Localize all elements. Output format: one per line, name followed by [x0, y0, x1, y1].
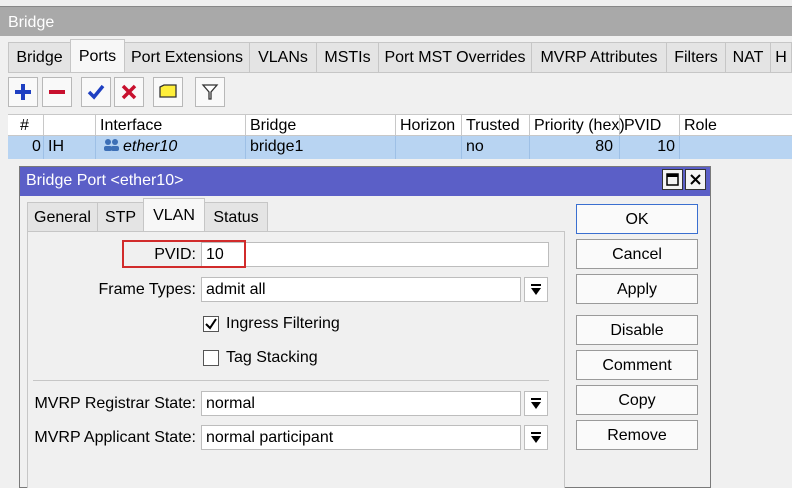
cell-pvid: 10 — [620, 136, 680, 159]
comment-button[interactable] — [153, 77, 183, 107]
close-button[interactable] — [685, 169, 706, 190]
interface-name: ether10 — [123, 138, 178, 155]
checkmark-icon — [205, 318, 217, 330]
ingress-filtering-label: Ingress Filtering — [226, 315, 340, 332]
apply-button[interactable]: Apply — [576, 274, 698, 304]
cell-horizon — [396, 136, 462, 159]
enable-button[interactable] — [81, 77, 111, 107]
tab-h[interactable]: H — [770, 42, 792, 72]
frame-types-dropdown[interactable] — [524, 277, 548, 302]
tab-vlan[interactable]: VLAN — [143, 198, 205, 231]
pvid-highlight — [122, 240, 246, 268]
comment-button[interactable]: Comment — [576, 350, 698, 380]
cancel-button[interactable]: Cancel — [576, 239, 698, 269]
remove-button[interactable]: Remove — [576, 420, 698, 450]
tab-bridge[interactable]: Bridge — [8, 42, 71, 72]
cell-index: 0 — [8, 136, 44, 159]
ok-button[interactable]: OK — [576, 204, 698, 234]
minus-icon — [49, 90, 65, 94]
tab-status[interactable]: Status — [204, 202, 268, 231]
cell-role — [680, 136, 792, 159]
tab-vlans[interactable]: VLANs — [249, 42, 317, 72]
tab-mstis[interactable]: MSTIs — [316, 42, 379, 72]
col-flags[interactable] — [44, 115, 96, 136]
tab-nat[interactable]: NAT — [725, 42, 771, 72]
table-header: # Interface Bridge Horizon Trusted Prior… — [8, 114, 792, 136]
interface-icon — [104, 139, 119, 151]
dropdown-arrow-icon — [531, 283, 541, 295]
filter-icon — [201, 84, 219, 100]
disable-button[interactable]: Disable — [576, 315, 698, 345]
dropdown-arrow-icon — [531, 431, 541, 443]
maximize-icon — [666, 173, 679, 186]
check-icon — [87, 84, 105, 100]
col-trusted[interactable]: Trusted — [462, 115, 530, 136]
pvid-input[interactable]: 10 — [201, 242, 549, 267]
col-horizon[interactable]: Horizon — [396, 115, 462, 136]
tab-ports[interactable]: Ports — [70, 39, 125, 72]
separator — [33, 380, 549, 381]
mvrp-applicant-select[interactable]: normal participant — [201, 425, 521, 450]
plus-icon — [15, 84, 31, 100]
dialog-title: Bridge Port <ether10> — [20, 167, 710, 196]
tab-stp[interactable]: STP — [97, 202, 144, 231]
cell-trusted: no — [462, 136, 530, 159]
col-bridge[interactable]: Bridge — [246, 115, 396, 136]
tab-mvrp-attributes[interactable]: MVRP Attributes — [531, 42, 667, 72]
ingress-filtering-checkbox[interactable] — [203, 316, 219, 332]
cell-priority: 80 — [530, 136, 620, 159]
cell-flags: IH — [44, 136, 96, 159]
frame-types-label: Frame Types: — [98, 281, 196, 298]
copy-button[interactable]: Copy — [576, 385, 698, 415]
add-button[interactable] — [8, 77, 38, 107]
tab-port-extensions[interactable]: Port Extensions — [124, 42, 250, 72]
tab-port-mst-overrides[interactable]: Port MST Overrides — [378, 42, 532, 72]
dropdown-arrow-icon — [531, 397, 541, 409]
mvrp-applicant-label: MVRP Applicant State: — [34, 429, 196, 446]
filter-button[interactable] — [195, 77, 225, 107]
x-icon — [121, 84, 137, 100]
frame-types-select[interactable]: admit all — [201, 277, 521, 302]
comment-icon — [159, 84, 177, 98]
table-row[interactable]: 0 IH ether10 bridge1 no 80 10 — [8, 136, 792, 159]
window-title: Bridge — [0, 6, 792, 36]
mvrp-registrar-label: MVRP Registrar State: — [34, 395, 196, 412]
tabs-divider — [8, 72, 792, 73]
disable-button[interactable] — [114, 77, 144, 107]
col-pvid[interactable]: PVID — [620, 115, 680, 136]
col-priority[interactable]: Priority (hex) — [530, 115, 625, 136]
mvrp-registrar-dropdown[interactable] — [524, 391, 548, 416]
col-interface[interactable]: Interface — [96, 115, 246, 136]
tag-stacking-label: Tag Stacking — [226, 349, 318, 366]
tag-stacking-checkbox[interactable] — [203, 350, 219, 366]
col-role[interactable]: Role — [680, 115, 792, 136]
mvrp-registrar-select[interactable]: normal — [201, 391, 521, 416]
cell-interface: ether10 — [96, 136, 246, 159]
remove-button[interactable] — [42, 77, 72, 107]
col-index[interactable]: # — [8, 115, 44, 136]
mvrp-applicant-dropdown[interactable] — [524, 425, 548, 450]
close-icon — [690, 174, 701, 185]
tab-general[interactable]: General — [27, 202, 98, 231]
cell-bridge: bridge1 — [246, 136, 396, 159]
maximize-button[interactable] — [662, 169, 683, 190]
tab-filters[interactable]: Filters — [666, 42, 726, 72]
